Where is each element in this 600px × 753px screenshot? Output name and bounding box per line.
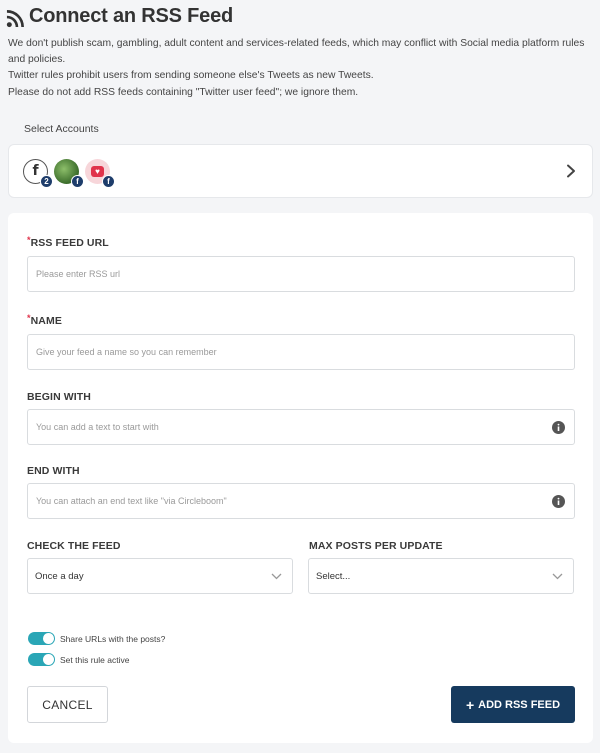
- max-posts-value: Select...: [316, 570, 351, 582]
- facebook-badge-icon: f: [102, 174, 115, 188]
- required-mark: *: [27, 313, 31, 323]
- name-label-text: NAME: [30, 315, 62, 327]
- account-selector[interactable]: f 2 f ♥ f: [8, 144, 593, 198]
- description-line: Twitter rules prohibit users from sendin…: [8, 70, 374, 82]
- chevron-down-icon: [271, 573, 282, 580]
- rule-active-label: Set this rule active: [60, 654, 130, 665]
- page-header: Connect an RSS Feed We don't publish sca…: [6, 4, 596, 101]
- page-description: We don't publish scam, gambling, adult c…: [6, 36, 596, 101]
- description-line: Please do not add RSS feeds containing "…: [8, 86, 359, 98]
- account-avatar-heart[interactable]: ♥ f: [85, 158, 115, 188]
- begin-with-input[interactable]: You can add a text to start with: [27, 409, 575, 445]
- rule-active-toggle[interactable]: [28, 653, 55, 666]
- rss-icon: [6, 9, 24, 27]
- begin-with-label: BEGIN WITH: [27, 391, 91, 403]
- add-rss-feed-button[interactable]: + ADD RSS FEED: [451, 686, 575, 723]
- check-feed-label: CHECK THE FEED: [27, 540, 121, 552]
- name-placeholder: Give your feed a name so you can remembe…: [36, 347, 217, 357]
- info-icon[interactable]: [552, 421, 565, 434]
- heart-icon: ♥: [91, 165, 104, 177]
- rss-url-input[interactable]: Please enter RSS url: [27, 256, 575, 292]
- rss-url-placeholder: Please enter RSS url: [36, 269, 121, 279]
- name-label: *NAME: [27, 313, 62, 327]
- title-row: Connect an RSS Feed: [6, 4, 596, 28]
- rss-url-label: *RSS FEED URL: [27, 235, 109, 249]
- name-input[interactable]: Give your feed a name so you can remembe…: [27, 334, 575, 370]
- cancel-button[interactable]: CANCEL: [27, 686, 108, 723]
- chevron-down-icon: [552, 573, 563, 580]
- check-feed-select[interactable]: Once a day: [27, 558, 293, 594]
- end-with-placeholder: You can attach an end text like "via Cir…: [36, 496, 227, 506]
- max-posts-select[interactable]: Select...: [308, 558, 574, 594]
- chevron-right-icon[interactable]: [566, 164, 576, 178]
- description-line: and policies.: [8, 54, 66, 66]
- share-urls-toggle[interactable]: [28, 632, 55, 645]
- info-icon[interactable]: [552, 495, 565, 508]
- description-line: We don't publish scam, gambling, adult c…: [8, 38, 585, 49]
- rss-url-label-text: RSS FEED URL: [30, 237, 109, 249]
- check-feed-value: Once a day: [35, 570, 84, 582]
- rule-active-toggle-row: Set this rule active: [28, 653, 129, 666]
- account-avatar-nature[interactable]: f: [54, 158, 84, 188]
- add-rss-feed-label: ADD RSS FEED: [478, 698, 561, 711]
- account-avatar-facebook[interactable]: f 2: [23, 158, 53, 188]
- required-mark: *: [27, 235, 31, 245]
- end-with-label: END WITH: [27, 465, 80, 477]
- begin-with-placeholder: You can add a text to start with: [36, 422, 159, 432]
- max-posts-label: MAX POSTS PER UPDATE: [309, 540, 443, 552]
- rss-form: *RSS FEED URL Please enter RSS url *NAME…: [8, 213, 593, 743]
- account-count-badge: 2: [40, 174, 53, 188]
- select-accounts-label: Select Accounts: [24, 123, 99, 135]
- share-urls-toggle-row: Share URLs with the posts?: [28, 632, 165, 645]
- plus-icon: +: [465, 696, 475, 713]
- share-urls-label: Share URLs with the posts?: [60, 633, 166, 644]
- end-with-input[interactable]: You can attach an end text like "via Cir…: [27, 483, 575, 519]
- page-title: Connect an RSS Feed: [29, 4, 234, 27]
- facebook-badge-icon: f: [71, 174, 84, 188]
